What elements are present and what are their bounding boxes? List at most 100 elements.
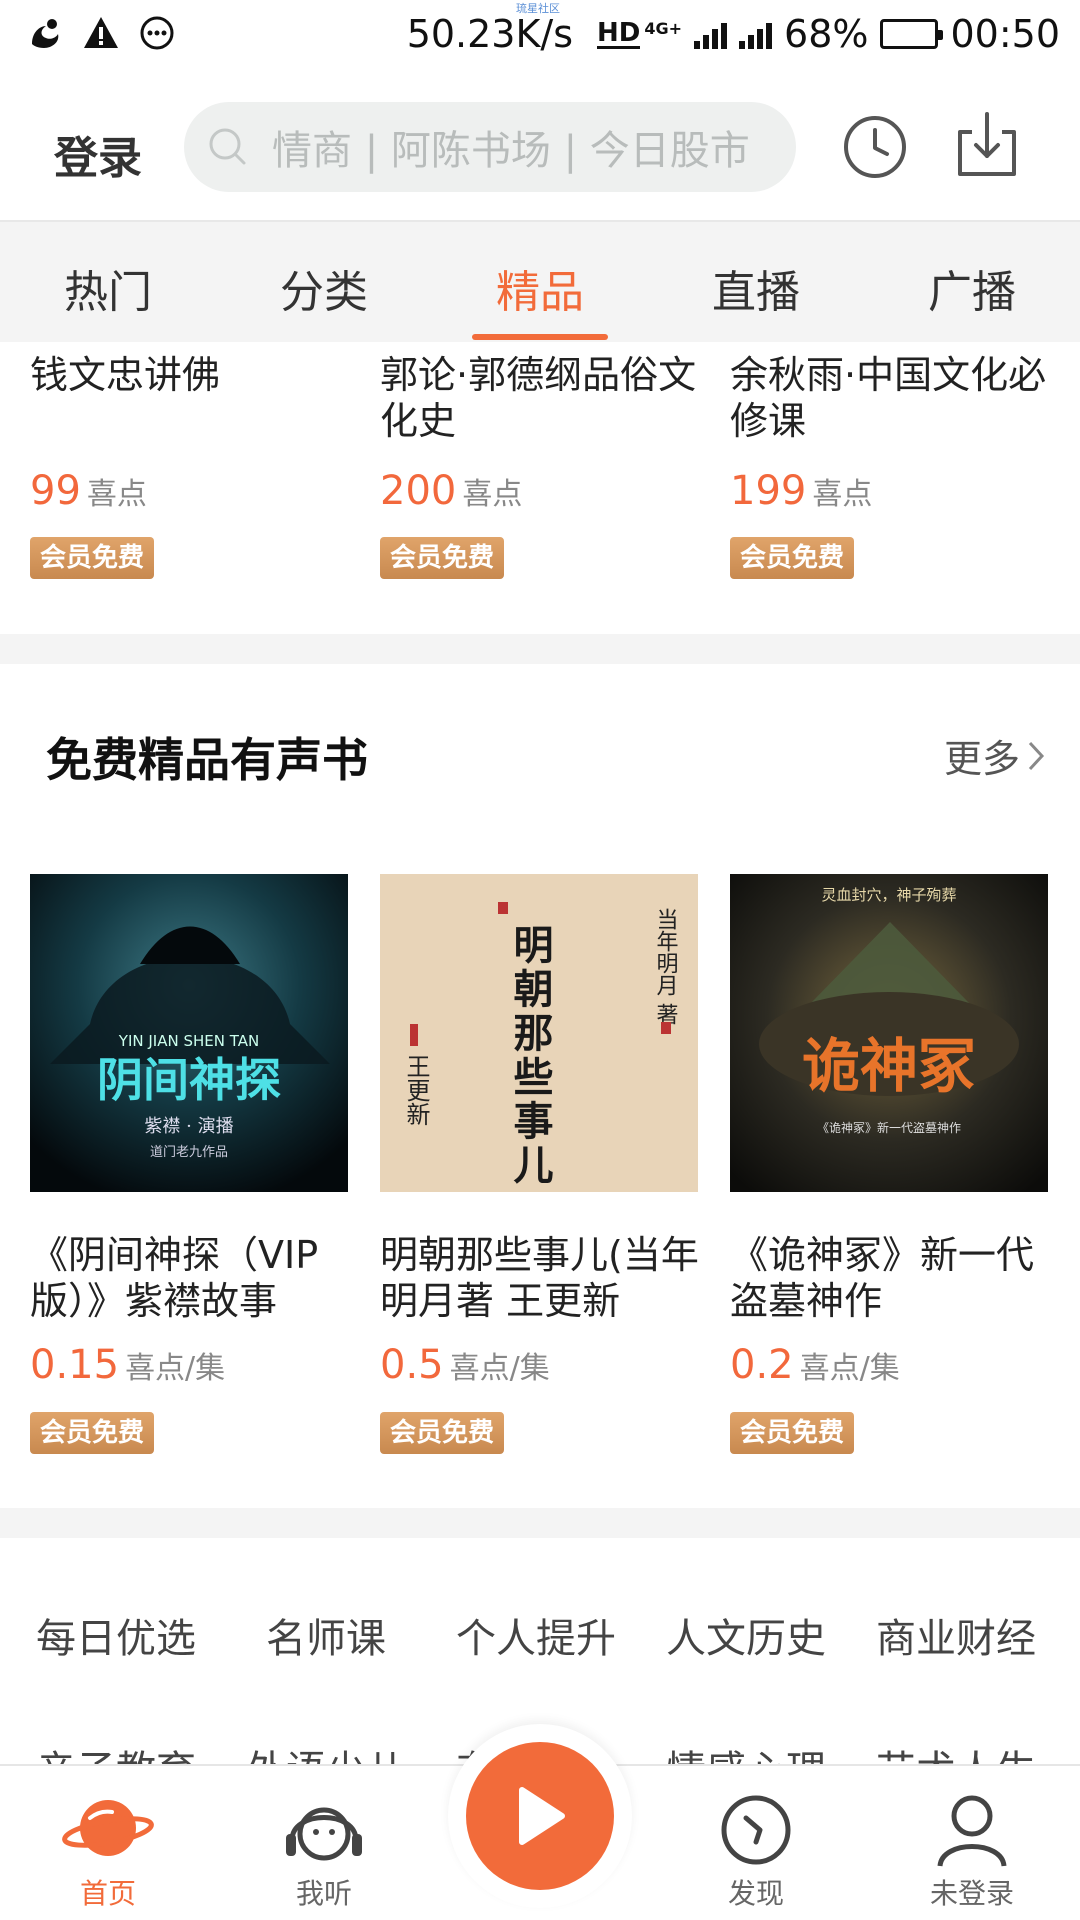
item-price-unit: 喜点	[86, 477, 147, 512]
cover-caption: 紫襟 · 演播	[144, 1116, 233, 1137]
member-free-badge: 会员免费	[730, 1412, 855, 1454]
badge-row: 会员免费	[30, 1412, 350, 1454]
item-title: 钱文忠讲佛	[30, 353, 221, 397]
cover-art-mingchao: 明朝那些事儿 当年明月 著 王更新	[380, 874, 698, 1192]
section-title: 免费精品有声书	[46, 733, 368, 787]
item-price-unit: 喜点	[812, 477, 873, 512]
status-left-icons	[26, 14, 176, 52]
badge-row: 会员免费	[380, 1412, 700, 1454]
hd-indicator: HD	[597, 17, 641, 49]
play-button[interactable]	[466, 1742, 614, 1890]
warning-icon	[84, 17, 118, 48]
play-icon	[519, 1787, 565, 1845]
cover-caption-2: 道门老九作品	[150, 1145, 228, 1160]
tag-item[interactable]: 人文历史	[666, 1606, 826, 1664]
item-price-row: 99 喜点	[30, 468, 350, 514]
nav-label: 未登录	[929, 1877, 1014, 1910]
more-dots-icon	[140, 16, 174, 50]
login-button[interactable]: 登录	[54, 122, 142, 186]
list-item[interactable]: 余秋雨·中国文化必修课	[730, 352, 1050, 444]
item-title: 郭论·郭德纲品俗文化史	[380, 353, 697, 443]
item-title: 余秋雨·中国文化必修课	[730, 353, 1047, 443]
item-price-unit: 喜点/集	[799, 1351, 900, 1386]
signal-icon-1	[694, 19, 728, 49]
section-divider	[0, 1508, 1080, 1538]
tab-hot[interactable]: 热门	[38, 256, 178, 320]
nav-discover[interactable]: 发现	[686, 1790, 826, 1912]
tab-category[interactable]: 分类	[254, 256, 394, 320]
item-price: 0.5	[380, 1342, 444, 1388]
tab-premium[interactable]: 精品	[470, 256, 610, 320]
search-icon	[209, 128, 246, 165]
badge-row: 会员免费	[730, 1412, 1050, 1454]
active-tab-indicator	[472, 334, 608, 340]
item-price: 99	[30, 468, 81, 514]
book-cover[interactable]: 灵血封穴，神子殉葬 诡神冢 《诡神冢》新一代盗墓神作	[730, 874, 1048, 1192]
book-title-text: 《诡神冢》新一代盗墓神作	[730, 1233, 1035, 1323]
compass-icon	[721, 1795, 791, 1865]
book-title-text: 明朝那些事儿(当年明月著 王更新	[380, 1233, 699, 1323]
category-tabs: 热门 分类 精品 直播 广播	[0, 220, 1080, 342]
user-icon	[937, 1795, 1007, 1867]
item-price: 200	[380, 468, 457, 514]
status-bar: 琉星社区 50.23K/s HD 4G+ 68% 00:50	[0, 0, 1080, 74]
book-cover[interactable]: YIN JIAN SHEN TAN 阴间神探 紫襟 · 演播 道门老九作品	[30, 874, 348, 1192]
badge-row: 会员免费	[730, 537, 1050, 579]
item-price-unit: 喜点/集	[125, 1351, 226, 1386]
member-free-badge: 会员免费	[380, 537, 505, 579]
more-label: 更多	[943, 737, 1020, 781]
more-link[interactable]: 更多	[944, 728, 1048, 783]
nav-label: 发现	[727, 1877, 784, 1910]
item-price-row: 199 喜点	[730, 468, 1050, 514]
list-item[interactable]: 郭论·郭德纲品俗文化史	[380, 352, 700, 444]
cover-art-yinjian: YIN JIAN SHEN TAN 阴间神探 紫襟 · 演播 道门老九作品	[30, 874, 348, 1192]
member-free-badge: 会员免费	[30, 537, 155, 579]
book-title-text: 《阴间神探（VIP版）》紫襟故事	[30, 1233, 319, 1323]
history-icon[interactable]	[842, 114, 908, 180]
book-cover[interactable]: 明朝那些事儿 当年明月 著 王更新	[380, 874, 698, 1192]
search-bar[interactable]: 情商 | 阿陈书场 | 今日股市	[184, 102, 796, 192]
chevron-right-icon	[1028, 741, 1045, 770]
book-title[interactable]: 明朝那些事儿(当年明月著 王更新	[380, 1232, 700, 1324]
signal-icon-2	[739, 19, 773, 49]
member-free-badge: 会员免费	[730, 537, 855, 579]
clock: 00:50	[950, 12, 1060, 56]
net-speed: 50.23K/s	[406, 12, 573, 56]
cover-name: 明朝那些事儿	[507, 924, 554, 1188]
cover-author: 当年明月 著	[653, 908, 679, 1025]
download-icon[interactable]	[954, 110, 1020, 180]
play-button-wrap	[448, 1724, 632, 1908]
cover-subtitle: YIN JIAN SHEN TAN	[118, 1032, 259, 1050]
tag-item[interactable]: 每日优选	[36, 1606, 196, 1664]
tag-item[interactable]: 名师课	[266, 1606, 386, 1664]
network-type: 4G+	[644, 18, 683, 38]
battery-percent: 68%	[784, 12, 869, 56]
cover-narrator: 王更新	[402, 1054, 430, 1126]
item-price-row: 0.2 喜点/集	[730, 1342, 1050, 1388]
cover-art-guishenzhong: 灵血封穴，神子殉葬 诡神冢 《诡神冢》新一代盗墓神作	[730, 874, 1048, 1192]
headphones-icon	[286, 1807, 362, 1861]
book-title[interactable]: 《诡神冢》新一代盗墓神作	[730, 1232, 1050, 1324]
nav-home[interactable]: 首页	[38, 1790, 178, 1912]
status-right: 50.23K/s HD 4G+ 68% 00:50	[407, 12, 1060, 56]
tag-item[interactable]: 个人提升	[456, 1606, 616, 1664]
item-price-row: 0.5 喜点/集	[380, 1342, 700, 1388]
member-free-badge: 会员免费	[30, 1412, 155, 1454]
item-price-row: 0.15 喜点/集	[30, 1342, 350, 1388]
nav-label: 首页	[79, 1877, 136, 1910]
badge-row: 会员免费	[30, 537, 350, 579]
list-item[interactable]: 钱文忠讲佛	[30, 352, 350, 398]
cover-caption: 《诡神冢》新一代盗墓神作	[817, 1120, 961, 1135]
uc-browser-icon	[32, 19, 59, 48]
nav-listen[interactable]: 我听	[254, 1790, 394, 1912]
item-price-unit: 喜点/集	[449, 1351, 550, 1386]
item-price: 199	[730, 468, 807, 514]
tag-item[interactable]: 商业财经	[876, 1606, 1036, 1664]
book-title[interactable]: 《阴间神探（VIP版）》紫襟故事	[30, 1232, 350, 1324]
battery-icon	[880, 19, 944, 49]
tab-live[interactable]: 直播	[686, 256, 826, 320]
item-price: 0.15	[30, 1342, 120, 1388]
nav-profile[interactable]: 未登录	[902, 1790, 1042, 1912]
member-free-badge: 会员免费	[380, 1412, 505, 1454]
tab-radio[interactable]: 广播	[902, 256, 1042, 320]
